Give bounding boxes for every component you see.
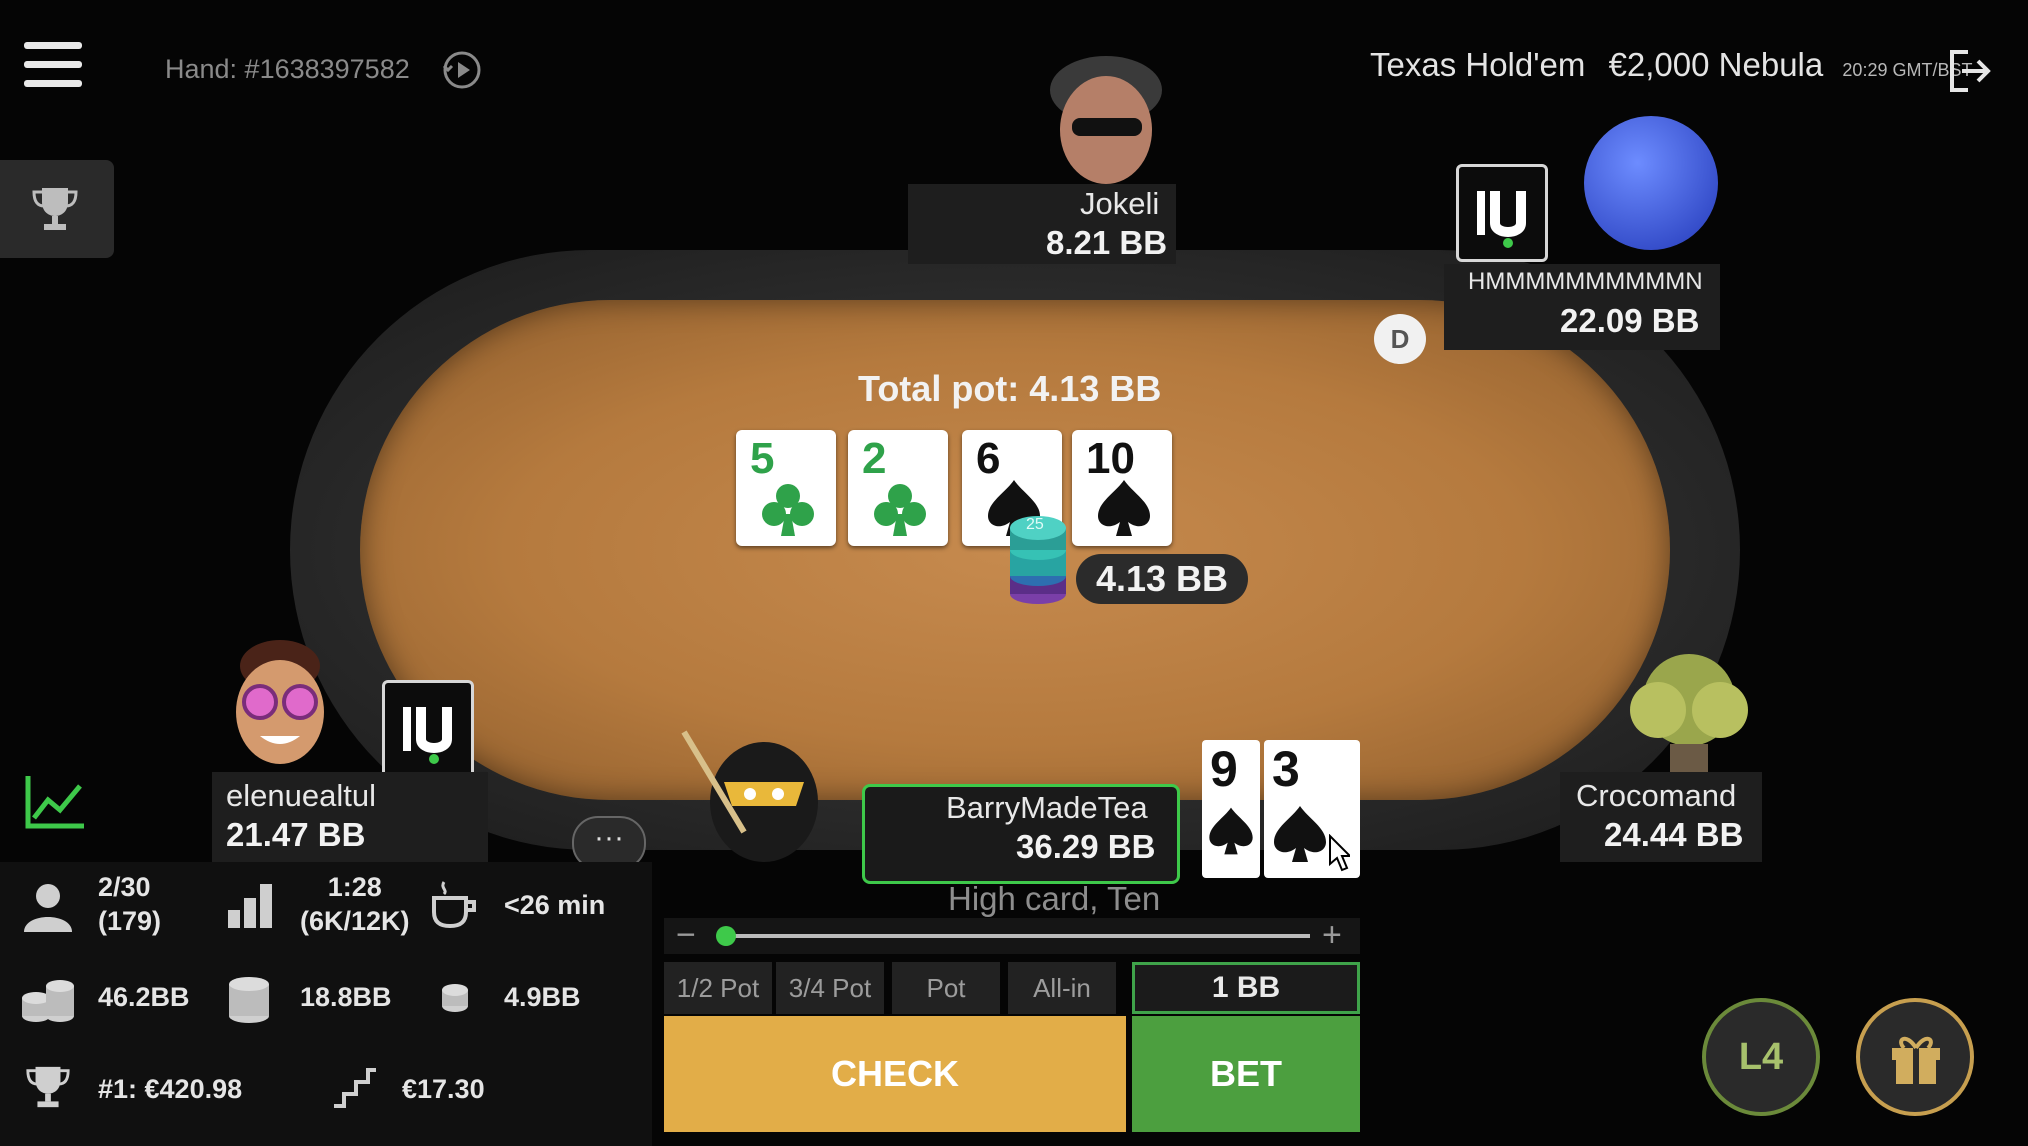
game-type: Texas Hold'em bbox=[1370, 46, 1586, 83]
check-button[interactable]: CHECK bbox=[664, 1016, 1126, 1132]
gift-icon bbox=[1892, 1036, 1940, 1084]
board-card-4: 10 bbox=[1072, 430, 1172, 546]
break-time: <26 min bbox=[504, 890, 606, 920]
card-rank: 6 bbox=[976, 434, 1001, 483]
card-rank: 5 bbox=[750, 434, 775, 483]
average-stack: 46.2BB bbox=[98, 982, 190, 1012]
card-rank: 9 bbox=[1210, 741, 1238, 797]
exit-icon[interactable] bbox=[1946, 48, 1994, 94]
min-stack-icon bbox=[440, 980, 470, 1019]
spade-icon bbox=[1274, 806, 1326, 862]
club-icon bbox=[874, 484, 926, 536]
preset-three-quarter-pot[interactable]: 3/4 Pot bbox=[776, 962, 884, 1014]
replay-icon[interactable] bbox=[440, 48, 484, 92]
bet-button[interactable]: BET bbox=[1132, 1016, 1360, 1132]
blinds-info: 1:28 (6K/12K) bbox=[300, 870, 410, 938]
blinds-timer: 1:28 bbox=[327, 872, 382, 902]
table-name: €2,000 Nebula bbox=[1608, 46, 1824, 83]
chip-value: 25 bbox=[1026, 516, 1044, 533]
dealer-button: D bbox=[1374, 314, 1426, 364]
coffee-break-icon bbox=[430, 878, 480, 935]
player-name: Crocomand bbox=[1576, 778, 1737, 813]
first-prize: #1: €420.98 bbox=[98, 1074, 243, 1104]
unibet-badge-icon bbox=[382, 680, 474, 778]
menu-icon[interactable] bbox=[24, 42, 82, 94]
min-stack: 4.9BB bbox=[504, 982, 581, 1012]
club-icon bbox=[762, 484, 814, 536]
tournament-lobby-tab[interactable] bbox=[0, 160, 114, 258]
spade-icon bbox=[1209, 807, 1253, 855]
gift-button[interactable] bbox=[1856, 998, 1974, 1116]
trophy-icon bbox=[32, 188, 78, 230]
card-rank: 3 bbox=[1272, 741, 1300, 797]
average-stack-icon bbox=[18, 968, 78, 1033]
tournament-position: 2/30 (179) bbox=[98, 870, 161, 938]
player-stack: 21.47 BB bbox=[226, 816, 366, 853]
hand-description: High card, Ten bbox=[948, 880, 1161, 917]
hero-card-1: 9 bbox=[1202, 740, 1260, 878]
spade-icon bbox=[1098, 480, 1150, 536]
player-name: HMMMMMMMMMMN bbox=[1468, 268, 1703, 295]
avatar bbox=[1584, 116, 1718, 250]
position-total: (179) bbox=[98, 906, 162, 936]
bet-amount-input[interactable]: 1 BB bbox=[1132, 962, 1360, 1014]
avatar bbox=[1614, 640, 1764, 780]
board-card-1: 5 bbox=[736, 430, 836, 546]
trophy-icon bbox=[24, 1062, 72, 1117]
avatar bbox=[1036, 40, 1176, 190]
preset-half-pot[interactable]: 1/2 Pot bbox=[664, 962, 772, 1014]
bet-slider-track[interactable] bbox=[726, 934, 1310, 938]
blinds-level-icon bbox=[226, 880, 278, 935]
my-stack: 18.8BB bbox=[300, 982, 392, 1012]
increase-bet-button[interactable]: + bbox=[1322, 916, 1342, 955]
player-name: Jokeli bbox=[1080, 186, 1160, 221]
player-stack: 24.44 BB bbox=[1604, 816, 1744, 853]
level-badge-button[interactable]: L4 bbox=[1702, 998, 1820, 1116]
avatar bbox=[220, 632, 340, 772]
preset-pot[interactable]: Pot bbox=[892, 962, 1000, 1014]
statistics-icon[interactable] bbox=[22, 772, 88, 839]
next-payout-icon bbox=[330, 1066, 380, 1115]
card-rank: 2 bbox=[862, 434, 887, 483]
blinds-levels: (6K/12K) bbox=[300, 906, 410, 936]
player-name: elenuealtul bbox=[226, 778, 376, 813]
card-rank: 10 bbox=[1086, 434, 1135, 483]
hero-avatar bbox=[664, 712, 844, 872]
position-value: 2/30 bbox=[98, 872, 151, 902]
board-card-2: 2 bbox=[848, 430, 948, 546]
preset-all-in[interactable]: All-in bbox=[1008, 962, 1116, 1014]
level-badge: L4 bbox=[1738, 1036, 1784, 1078]
my-stack-icon bbox=[226, 972, 272, 1029]
player-stack: 22.09 BB bbox=[1560, 302, 1700, 339]
player-stack: 8.21 BB bbox=[1046, 224, 1168, 261]
pot-chip-stack: 25 bbox=[1008, 510, 1068, 606]
table-title: Texas Hold'em €2,000 Nebula 20:29 GMT/BS… bbox=[1370, 46, 1972, 84]
decrease-bet-button[interactable]: − bbox=[676, 916, 696, 955]
hand-id: Hand: #1638397582 bbox=[165, 54, 410, 84]
mouse-cursor-icon bbox=[1328, 833, 1353, 879]
unibet-badge-icon bbox=[1456, 164, 1548, 262]
total-pot: Total pot: 4.13 BB bbox=[858, 368, 1162, 409]
bet-slider-handle[interactable] bbox=[716, 926, 736, 946]
hero-name: BarryMadeTea bbox=[946, 790, 1148, 825]
next-payout: €17.30 bbox=[402, 1074, 485, 1104]
players-icon bbox=[20, 880, 76, 939]
hero-stack: 36.29 BB bbox=[1016, 828, 1156, 865]
pot-amount: 4.13 BB bbox=[1076, 554, 1248, 604]
